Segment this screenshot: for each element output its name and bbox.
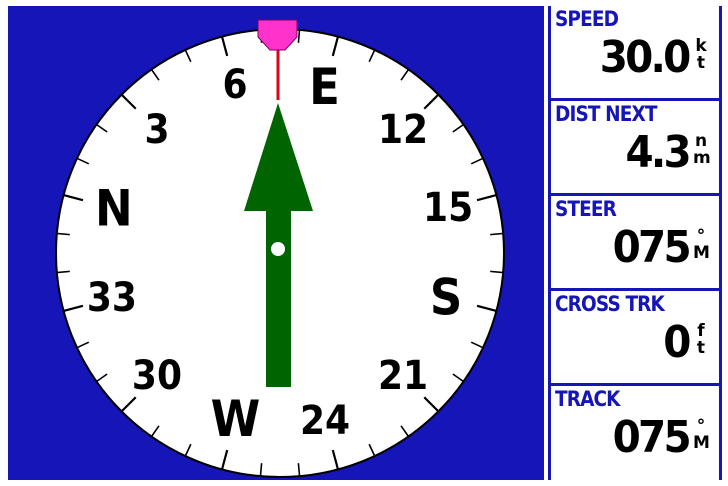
arrow-center-dot bbox=[271, 242, 285, 256]
speed-unit-bottom: t bbox=[696, 53, 706, 73]
compass-tick bbox=[56, 232, 70, 236]
compass-label-e: E bbox=[309, 58, 340, 116]
compass-svg: N3 6 E 12 15 S21 24 W 30 33 bbox=[55, 19, 505, 478]
speed-unit: k t bbox=[693, 38, 709, 72]
compass-tick bbox=[297, 463, 301, 477]
cross-trk-label: CROSS TRK bbox=[555, 292, 665, 316]
compass-label-w: W bbox=[211, 390, 261, 448]
dist-next-unit: n m bbox=[693, 133, 711, 168]
compass-label-33: 33 bbox=[87, 275, 137, 321]
compass-tick bbox=[490, 232, 504, 236]
data-fields: SPEED 30.0 k t DIST NEXT 4.3 n m STEER 0… bbox=[548, 6, 722, 480]
track-value: 075 bbox=[612, 412, 692, 463]
compass-label-12: 12 bbox=[378, 107, 428, 153]
compass-label-s: S bbox=[430, 269, 462, 327]
compass-label-n: N bbox=[95, 179, 133, 237]
compass-label-15: 15 bbox=[423, 185, 473, 231]
steer-label: STEER bbox=[555, 197, 617, 221]
gps-screen: N 3 6 E 12 15 S 21 24 W 30 33 SPEED 30.0 k t DIST N… bbox=[8, 6, 722, 480]
speed-value: 30.0 bbox=[600, 32, 692, 83]
cross-trk-unit-bottom: t bbox=[696, 338, 706, 358]
compass-tick bbox=[56, 270, 70, 274]
speed-label: SPEED bbox=[555, 7, 619, 31]
track-field[interactable]: TRACK 075 ° M bbox=[551, 386, 719, 480]
steer-field[interactable]: STEER 075 ° M bbox=[551, 196, 719, 288]
compass-label-21: 21 bbox=[378, 353, 428, 399]
dist-next-unit-bottom: m bbox=[693, 148, 711, 168]
compass-label-30: 30 bbox=[132, 353, 182, 399]
dist-next-field[interactable]: DIST NEXT 4.3 n m bbox=[551, 101, 719, 193]
steer-unit: ° M bbox=[693, 228, 710, 263]
dist-next-value: 4.3 bbox=[625, 127, 692, 178]
cross-trk-value: 0 bbox=[663, 317, 692, 368]
steer-unit-bottom: M bbox=[693, 243, 710, 263]
dist-next-label: DIST NEXT bbox=[555, 102, 657, 126]
compass-tick bbox=[297, 29, 301, 43]
track-unit-bottom: M bbox=[693, 433, 710, 453]
speed-field[interactable]: SPEED 30.0 k t bbox=[551, 6, 719, 98]
compass-label-3: 3 bbox=[144, 107, 169, 153]
compass-panel: N 3 6 E 12 15 S 21 24 W 30 33 bbox=[8, 6, 544, 480]
compass-tick bbox=[259, 463, 263, 477]
track-unit: ° M bbox=[693, 418, 710, 453]
steer-value: 075 bbox=[612, 222, 692, 273]
cross-trk-field[interactable]: CROSS TRK 0 f t bbox=[551, 291, 719, 383]
compass-label-6: 6 bbox=[222, 62, 247, 108]
track-label: TRACK bbox=[555, 387, 621, 411]
cross-trk-unit: f t bbox=[693, 323, 709, 357]
compass-label-24: 24 bbox=[300, 398, 350, 444]
compass-tick bbox=[490, 270, 504, 274]
